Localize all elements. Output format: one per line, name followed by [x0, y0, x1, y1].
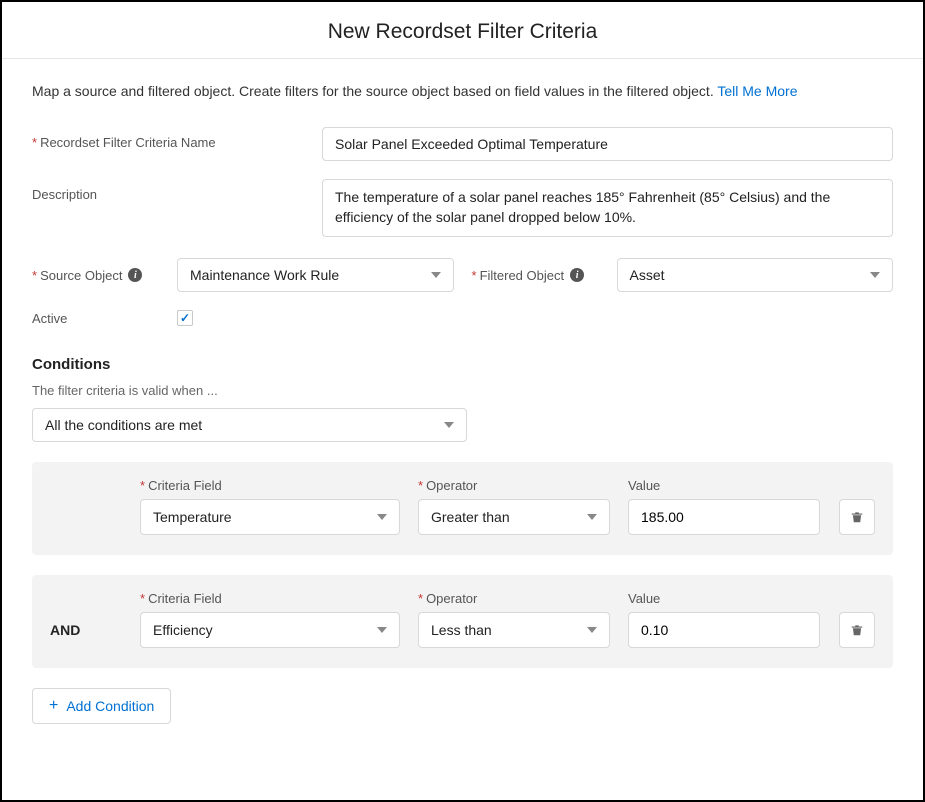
conditions-match-select[interactable]: All the conditions are met	[32, 408, 467, 442]
chevron-down-icon	[587, 627, 597, 633]
chevron-down-icon	[870, 272, 880, 278]
source-object-value: Maintenance Work Rule	[190, 267, 339, 283]
criteria-field-label: *Criteria Field	[140, 591, 400, 606]
chevron-down-icon	[377, 627, 387, 633]
filtered-object-label: *Filtered Object i	[472, 268, 617, 283]
required-asterisk: *	[418, 591, 423, 606]
required-asterisk: *	[140, 478, 145, 493]
value-label: Value	[628, 478, 820, 493]
conditions-subtitle: The filter criteria is valid when ...	[32, 383, 893, 398]
criteria-field-select[interactable]: Efficiency	[140, 612, 400, 648]
info-icon[interactable]: i	[128, 268, 142, 282]
checkmark-icon: ✓	[180, 311, 190, 325]
operator-select[interactable]: Greater than	[418, 499, 610, 535]
required-asterisk: *	[140, 591, 145, 606]
conditions-title: Conditions	[32, 356, 893, 373]
trash-icon	[850, 510, 864, 524]
filtered-object-value: Asset	[630, 267, 665, 283]
criteria-field-label: *Criteria Field	[140, 478, 400, 493]
chevron-down-icon	[431, 272, 441, 278]
description-label: Description	[32, 179, 322, 202]
add-condition-button[interactable]: + Add Condition	[32, 688, 171, 724]
row-description: Description	[32, 179, 893, 240]
trash-icon	[850, 623, 864, 637]
info-icon[interactable]: i	[570, 268, 584, 282]
source-object-label: *Source Object i	[32, 268, 177, 283]
value-input[interactable]	[628, 499, 820, 535]
operator-label: *Operator	[418, 591, 610, 606]
required-asterisk: *	[32, 135, 37, 150]
operator-label: *Operator	[418, 478, 610, 493]
delete-condition-button[interactable]	[839, 612, 875, 648]
dialog-content: Map a source and filtered object. Create…	[2, 59, 923, 724]
condition-logic-cell	[50, 499, 122, 535]
chevron-down-icon	[587, 514, 597, 520]
active-checkbox[interactable]: ✓	[177, 310, 193, 326]
condition-row: *Criteria Field Temperature *Operator Gr…	[32, 462, 893, 555]
required-asterisk: *	[418, 478, 423, 493]
source-object-select[interactable]: Maintenance Work Rule	[177, 258, 454, 292]
dialog-title: New Recordset Filter Criteria	[2, 20, 923, 44]
name-label: *Recordset Filter Criteria Name	[32, 127, 322, 150]
criteria-field-select[interactable]: Temperature	[140, 499, 400, 535]
chevron-down-icon	[444, 422, 454, 428]
name-input[interactable]	[322, 127, 893, 161]
row-active: Active ✓	[32, 310, 893, 326]
condition-row: AND *Criteria Field Efficiency *Operator…	[32, 575, 893, 668]
description-input[interactable]	[322, 179, 893, 237]
filtered-object-select[interactable]: Asset	[617, 258, 894, 292]
condition-logic: AND	[50, 622, 80, 638]
tell-me-more-link[interactable]: Tell Me More	[717, 83, 797, 99]
source-object-group: *Source Object i Maintenance Work Rule	[32, 258, 454, 292]
value-input[interactable]	[628, 612, 820, 648]
intro-text: Map a source and filtered object. Create…	[32, 83, 893, 99]
delete-condition-button[interactable]	[839, 499, 875, 535]
operator-select[interactable]: Less than	[418, 612, 610, 648]
row-name: *Recordset Filter Criteria Name	[32, 127, 893, 161]
active-label: Active	[32, 311, 177, 326]
conditions-match-value: All the conditions are met	[45, 417, 202, 433]
filtered-object-group: *Filtered Object i Asset	[472, 258, 894, 292]
value-label: Value	[628, 591, 820, 606]
dialog-window: New Recordset Filter Criteria Map a sour…	[0, 0, 925, 802]
plus-icon: +	[49, 697, 58, 715]
dialog-header: New Recordset Filter Criteria	[2, 2, 923, 59]
chevron-down-icon	[377, 514, 387, 520]
intro-text-body: Map a source and filtered object. Create…	[32, 83, 717, 99]
condition-logic-cell: AND	[50, 612, 122, 648]
row-objects: *Source Object i Maintenance Work Rule *…	[32, 258, 893, 292]
required-asterisk: *	[32, 268, 37, 283]
add-condition-label: Add Condition	[66, 698, 154, 714]
required-asterisk: *	[472, 268, 477, 283]
